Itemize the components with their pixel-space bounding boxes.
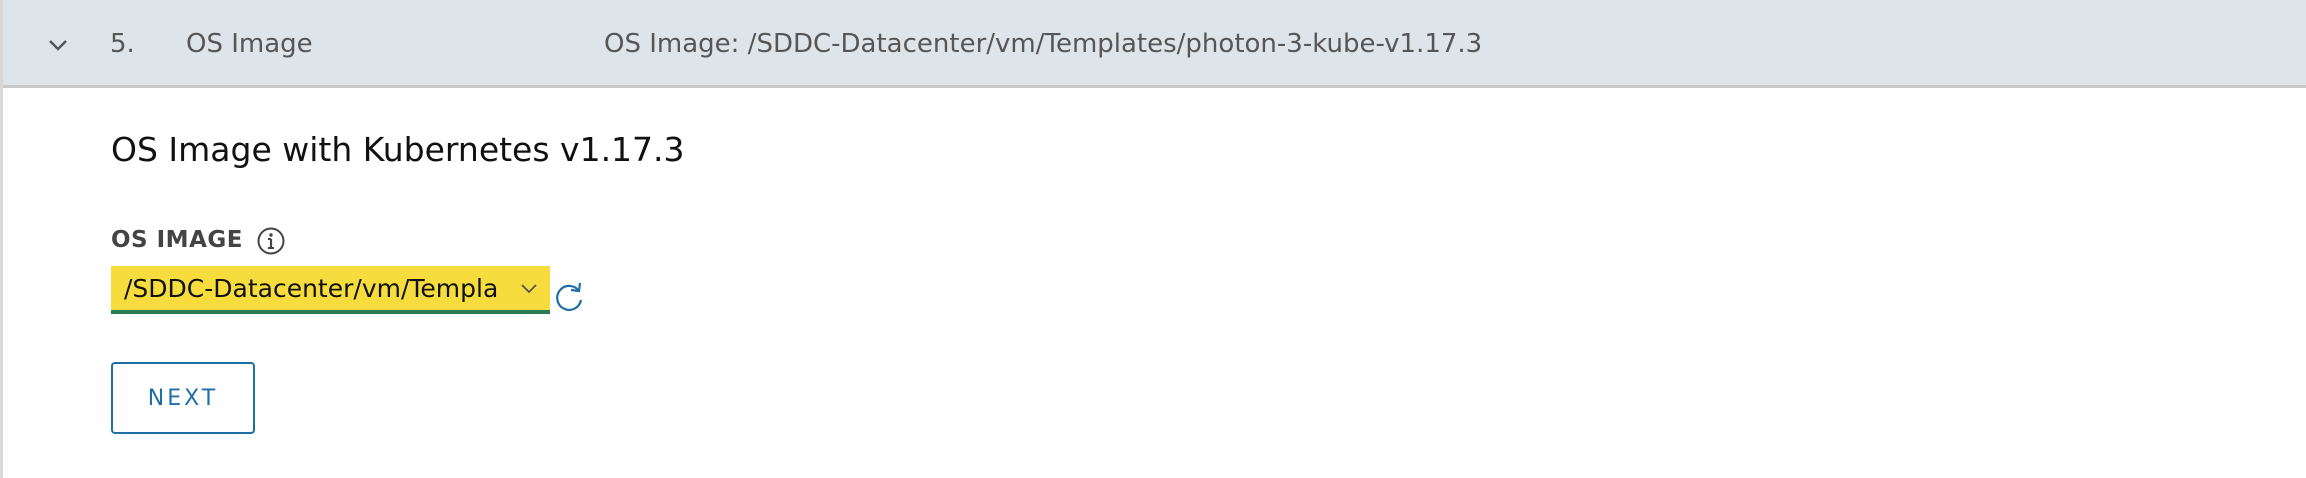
page-title: OS Image with Kubernetes v1.17.3 [111,130,685,169]
step-title: OS Image [186,29,313,59]
os-image-select[interactable]: /SDDC-Datacenter/vm/Templa [111,266,550,314]
wizard-step-header[interactable]: 5. OS Image OS Image: /SDDC-Datacenter/v… [3,0,2306,88]
step-number: 5. [110,29,135,59]
step-summary: OS Image: /SDDC-Datacenter/vm/Templates/… [604,29,1483,59]
chevron-down-icon [517,276,541,300]
os-image-label: OS IMAGE [111,227,243,253]
refresh-icon[interactable] [551,280,587,316]
chevron-down-icon[interactable] [43,30,73,60]
os-image-select-value: /SDDC-Datacenter/vm/Templa [124,273,499,303]
info-icon[interactable] [256,226,286,256]
next-button[interactable]: NEXT [111,362,255,434]
